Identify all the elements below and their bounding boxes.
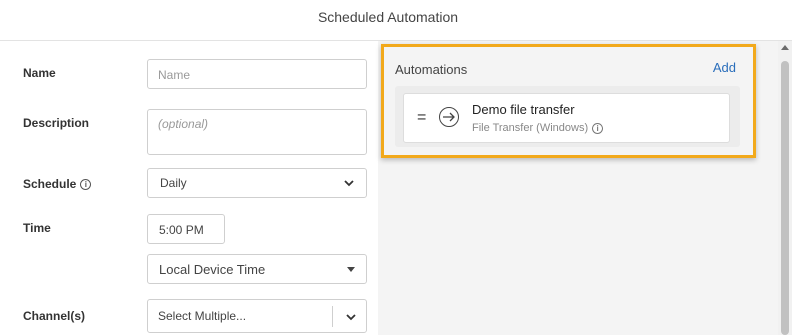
info-icon[interactable]: i <box>592 122 604 134</box>
schedule-value: Daily <box>160 176 187 190</box>
timezone-value: Local Device Time <box>159 261 266 277</box>
scrollbar[interactable] <box>778 41 792 335</box>
add-automation-link[interactable]: Add <box>713 60 736 75</box>
schedule-select[interactable]: Daily <box>147 168 367 198</box>
schedule-label-group: Schedule i <box>23 177 92 191</box>
scrollbar-thumb[interactable] <box>781 61 789 335</box>
chevron-down-icon[interactable] <box>346 312 356 322</box>
drag-handle-icon[interactable]: = <box>417 109 426 127</box>
automation-item[interactable]: = Demo file transfer File Transfer (Wind… <box>403 93 730 143</box>
automation-title: Demo file transfer <box>472 102 575 117</box>
page-title: Scheduled Automation <box>317 9 459 25</box>
timezone-select[interactable]: Local Device Time <box>147 254 367 284</box>
time-value: 5:00 PM <box>159 223 204 237</box>
automations-title: Automations <box>395 62 468 77</box>
header: Scheduled Automation <box>0 0 792 41</box>
time-input[interactable]: 5:00 PM <box>147 214 225 244</box>
description-label: Description <box>23 116 90 130</box>
channels-label: Channel(s) <box>23 309 86 323</box>
arrow-right-icon <box>439 107 459 127</box>
scroll-up-arrow-icon[interactable] <box>781 45 789 50</box>
name-placeholder: Name <box>158 68 191 82</box>
automation-subtitle: File Transfer (Windows) <box>472 122 589 134</box>
channels-placeholder: Select Multiple... <box>158 309 247 323</box>
automations-section: Automations Add = Demo file transfer Fil… <box>381 44 756 158</box>
time-label: Time <box>23 221 51 235</box>
chevron-down-icon <box>344 180 354 187</box>
channels-multiselect[interactable]: Select Multiple... <box>147 299 367 333</box>
automations-list: = Demo file transfer File Transfer (Wind… <box>395 86 740 147</box>
scheduled-automation-page: Scheduled Automation Name Name Descripti… <box>0 0 792 335</box>
description-placeholder: (optional) <box>158 117 209 131</box>
description-field[interactable]: (optional) <box>147 109 367 155</box>
name-field[interactable]: Name <box>147 59 367 89</box>
schedule-label: Schedule <box>23 177 77 191</box>
name-label: Name <box>23 66 56 80</box>
automation-subtitle-group: File Transfer (Windows) i <box>472 122 604 134</box>
caret-down-icon <box>347 266 355 272</box>
info-icon[interactable]: i <box>80 178 92 190</box>
select-divider <box>332 306 333 327</box>
